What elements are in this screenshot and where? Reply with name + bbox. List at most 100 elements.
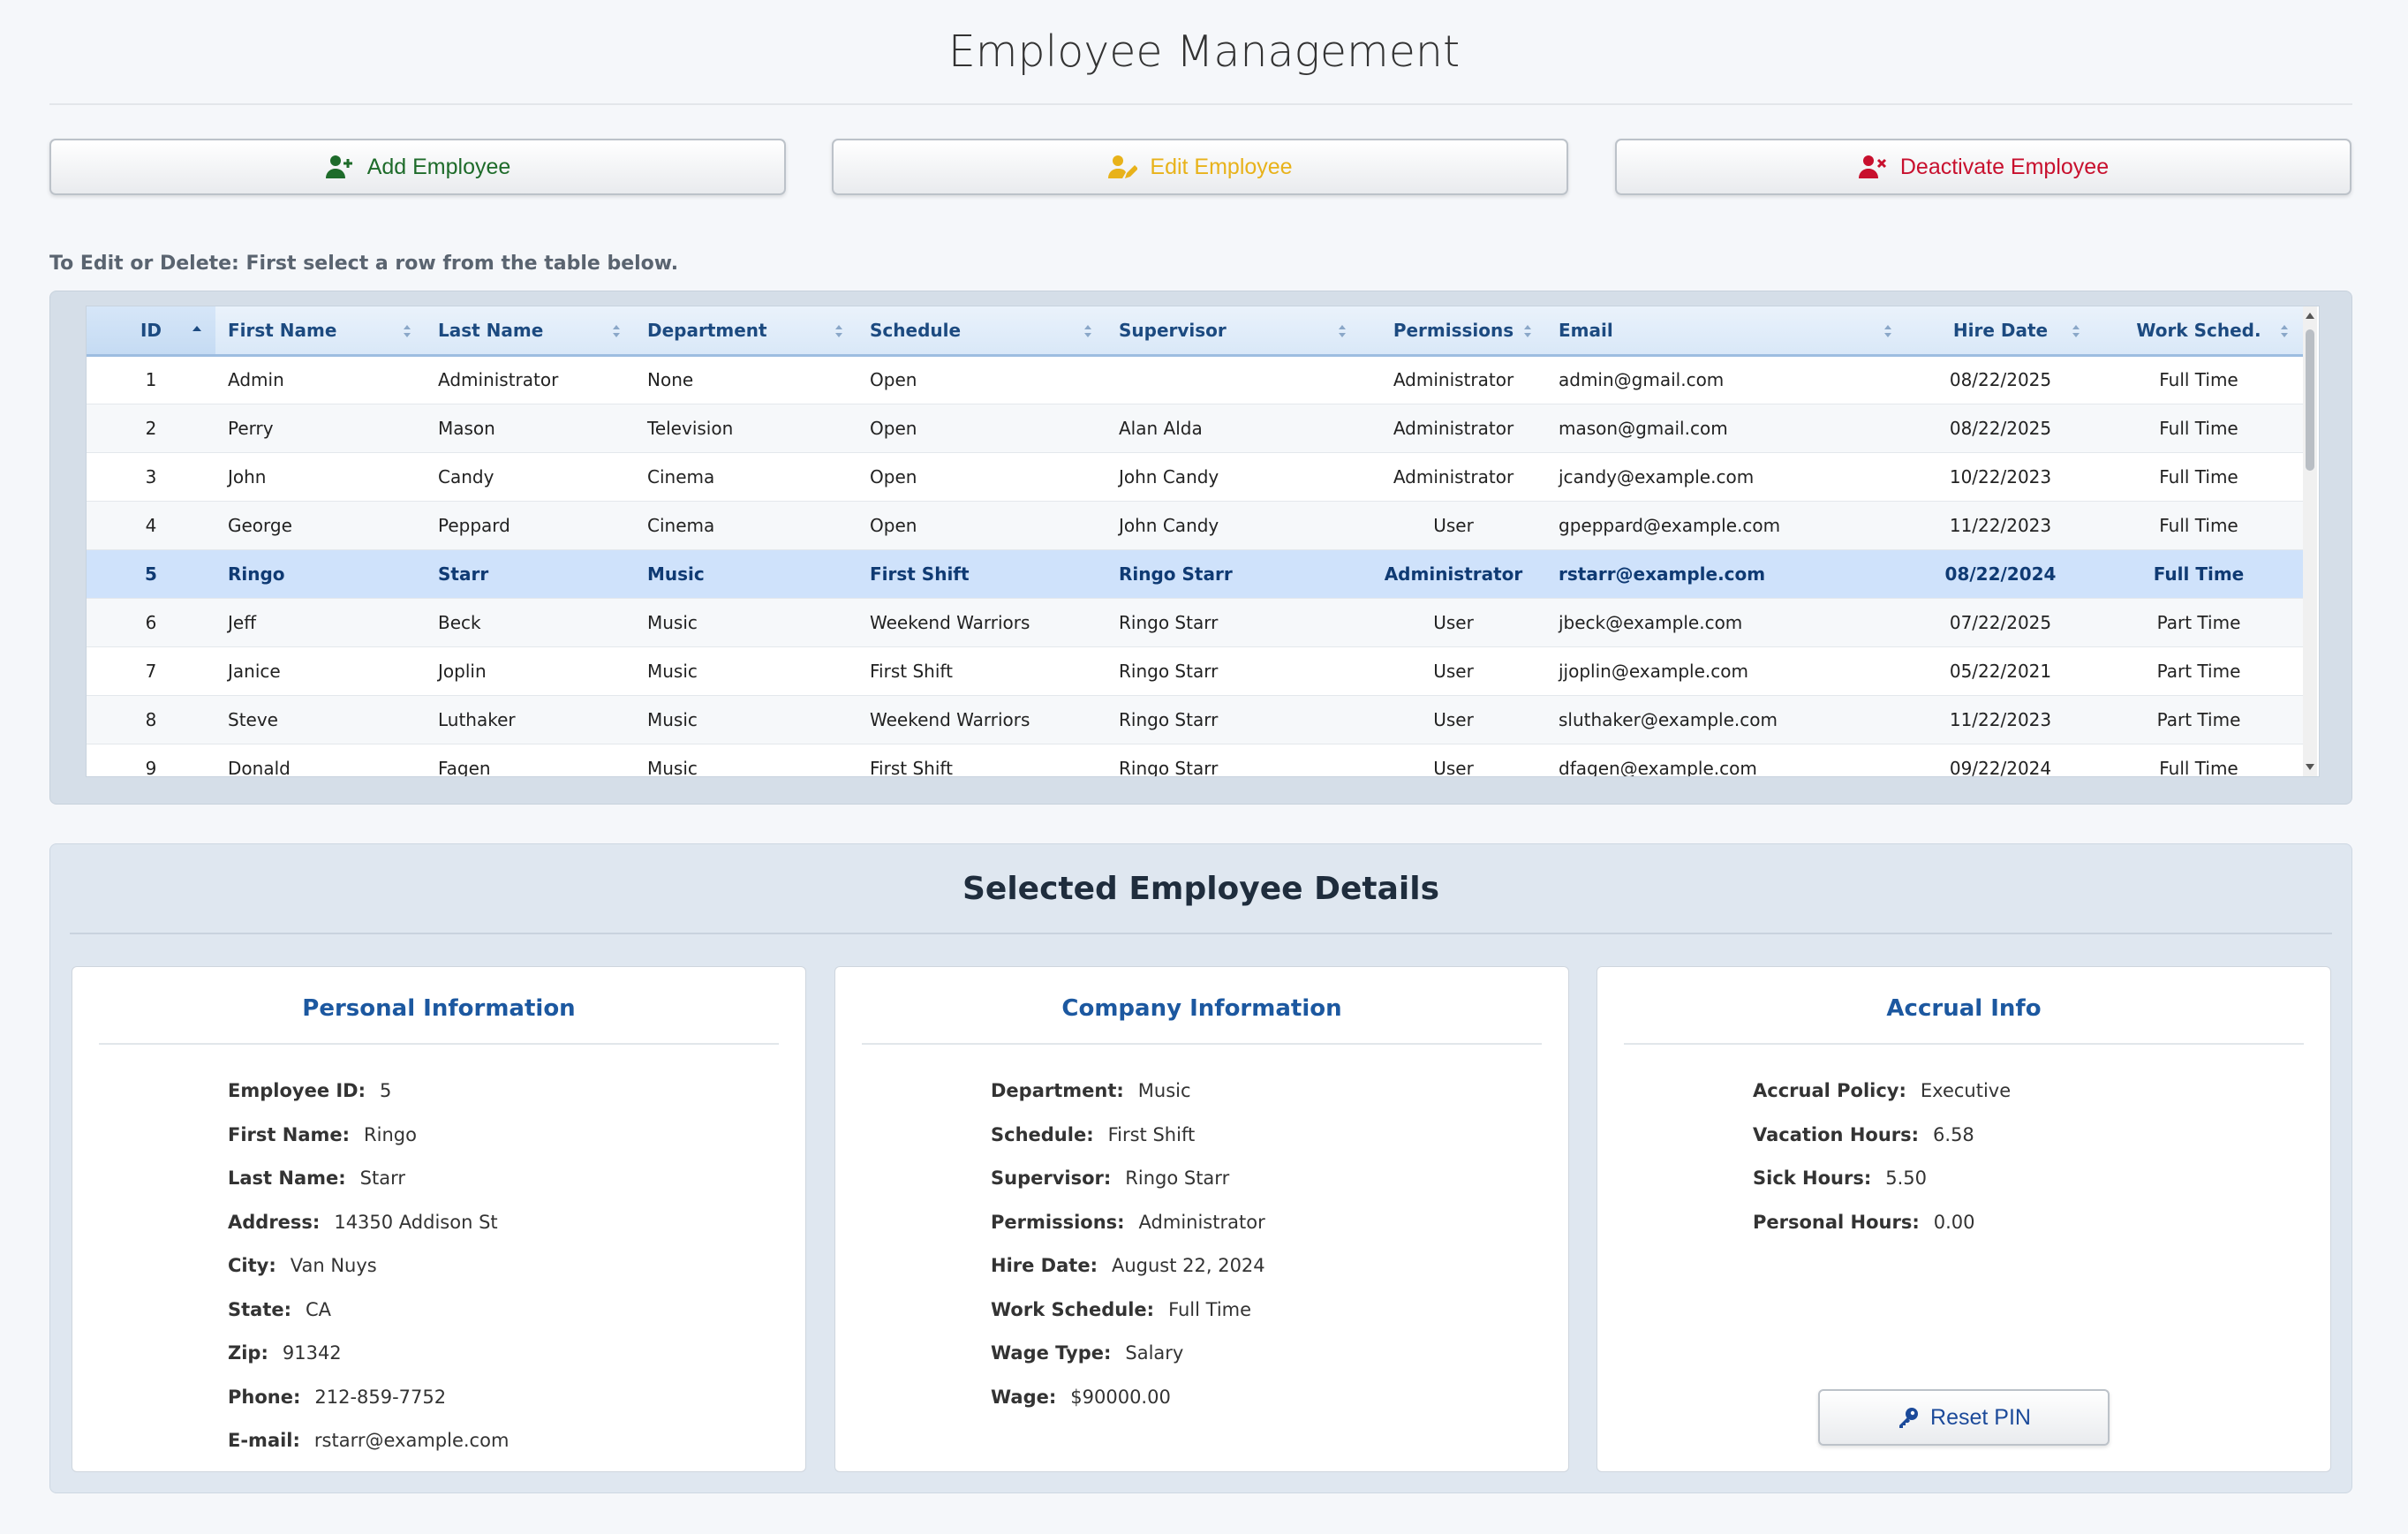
employee-table[interactable]: ID First Name Last Name Department Schedule S…	[86, 306, 2320, 777]
detail-field: Phone: 212-859-7752	[228, 1387, 446, 1408]
column-header-work-sched[interactable]: Work Sched.	[2095, 306, 2303, 357]
deactivate-employee-button[interactable]: Deactivate Employee	[1615, 139, 2351, 195]
cell-hire: 09/22/2024	[1906, 744, 2095, 776]
field-value: rstarr@example.com	[313, 1430, 510, 1451]
field-value: 14350 Addison St	[334, 1211, 498, 1233]
table-row[interactable]: 8 Steve Luthaker Music Weekend Warriors Ringo…	[87, 695, 2303, 744]
field-label: Vacation Hours:	[1753, 1123, 1920, 1145]
cell-work: Part Time	[2095, 695, 2303, 744]
cell-dept: Music	[635, 646, 857, 696]
cell-last: Joplin	[426, 646, 635, 696]
table-row[interactable]: 1 Admin Administrator None Open Administrator…	[87, 355, 2303, 404]
field-label: State:	[228, 1298, 292, 1320]
detail-field: Work Schedule: Full Time	[991, 1299, 1251, 1320]
detail-field: E-mail: rstarr@example.com	[228, 1430, 509, 1451]
field-value: Salary	[1125, 1342, 1184, 1364]
column-header-label: First Name	[228, 319, 337, 341]
reset-pin-label: Reset PIN	[1930, 1404, 2031, 1430]
cell-email: gpeppard@example.com	[1546, 501, 1906, 550]
table-row[interactable]: 9 Donald Fagen Music First Shift Ringo Starr U…	[87, 744, 2303, 776]
edit-employee-button[interactable]: Edit Employee	[832, 139, 1568, 195]
cell-id: 1	[87, 355, 215, 404]
cell-email: jcandy@example.com	[1546, 452, 1906, 502]
column-header-label: ID	[140, 319, 162, 341]
field-label: Wage:	[991, 1386, 1057, 1408]
table-row[interactable]: 4 George Peppard Cinema Open John Candy User gp…	[87, 501, 2303, 550]
cell-supervisor: Alan Alda	[1106, 404, 1361, 453]
scroll-down-arrow-icon[interactable]	[2305, 762, 2315, 773]
field-label: Supervisor:	[991, 1168, 1112, 1189]
add-employee-button[interactable]: Add Employee	[49, 139, 786, 195]
column-header-id[interactable]: ID	[87, 306, 215, 357]
cell-id: 5	[87, 549, 215, 599]
table-scrollbar[interactable]	[2303, 306, 2317, 776]
field-value: $90000.00	[1070, 1386, 1171, 1408]
column-header-first-name[interactable]: First Name	[215, 306, 426, 357]
cell-email: jbeck@example.com	[1546, 598, 1906, 647]
cell-perm: User	[1361, 598, 1546, 647]
field-label: Schedule:	[991, 1123, 1094, 1145]
cell-work: Full Time	[2095, 744, 2303, 776]
cell-last: Peppard	[426, 501, 635, 550]
field-value: 212-859-7752	[314, 1386, 447, 1408]
scroll-thumb[interactable]	[2306, 329, 2314, 471]
table-row[interactable]: 2 Perry Mason Television Open Alan Alda Admini…	[87, 404, 2303, 453]
sort-arrows-icon	[1339, 325, 1346, 337]
cell-email: admin@gmail.com	[1546, 355, 1906, 404]
table-row[interactable]: 5 Ringo Starr Music First Shift Ringo Starr Ad…	[87, 549, 2303, 599]
selection-hint: To Edit or Delete: First select a row fr…	[49, 253, 679, 275]
detail-field: Supervisor: Ringo Starr	[991, 1168, 1229, 1189]
cell-schedule: First Shift	[857, 646, 1106, 696]
column-header-label: Permissions	[1393, 319, 1514, 341]
column-header-permissions[interactable]: Permissions	[1361, 306, 1546, 357]
column-header-label: Department	[647, 319, 767, 341]
field-value: Van Nuys	[290, 1255, 377, 1276]
field-value: Executive	[1920, 1080, 2012, 1101]
table-row[interactable]: 6 Jeff Beck Music Weekend Warriors Ringo Star…	[87, 598, 2303, 647]
sort-arrows-icon	[404, 325, 411, 337]
field-value: Ringo Starr	[1125, 1168, 1230, 1189]
table-row[interactable]: 7 Janice Joplin Music First Shift Ringo Starr…	[87, 646, 2303, 696]
user-edit-icon	[1108, 155, 1138, 178]
cell-dept: Cinema	[635, 452, 857, 502]
detail-field: Hire Date: August 22, 2024	[991, 1255, 1265, 1276]
column-header-hire-date[interactable]: Hire Date	[1906, 306, 2095, 357]
cell-supervisor: Ringo Starr	[1106, 549, 1361, 599]
scroll-up-arrow-icon[interactable]	[2305, 310, 2315, 321]
cell-hire: 08/22/2024	[1906, 549, 2095, 599]
edit-employee-label: Edit Employee	[1150, 154, 1293, 179]
user-remove-icon	[1858, 155, 1886, 178]
cell-supervisor	[1106, 355, 1361, 404]
cell-first: Perry	[215, 404, 426, 453]
column-header-schedule[interactable]: Schedule	[857, 306, 1106, 357]
cell-supervisor: Ringo Starr	[1106, 598, 1361, 647]
cell-supervisor: John Candy	[1106, 501, 1361, 550]
column-header-last-name[interactable]: Last Name	[426, 306, 635, 357]
key-icon	[1899, 1408, 1919, 1428]
details-title: Selected Employee Details	[962, 871, 1440, 907]
column-header-department[interactable]: Department	[635, 306, 857, 357]
cell-dept: Cinema	[635, 501, 857, 550]
cell-first: Jeff	[215, 598, 426, 647]
card-divider	[862, 1043, 1542, 1045]
detail-field: Department: Music	[991, 1080, 1191, 1101]
detail-field: Permissions: Administrator	[991, 1212, 1265, 1233]
column-header-email[interactable]: Email	[1546, 306, 1906, 357]
cell-dept: None	[635, 355, 857, 404]
table-header-row: ID First Name Last Name Department Schedule S…	[87, 306, 2303, 357]
field-label: Sick Hours:	[1753, 1168, 1872, 1189]
detail-field: Address: 14350 Addison St	[228, 1212, 498, 1233]
detail-field: Personal Hours: 0.00	[1753, 1212, 1975, 1233]
table-row[interactable]: 3 John Candy Cinema Open John Candy Administra…	[87, 452, 2303, 502]
column-header-label: Work Sched.	[2136, 319, 2261, 341]
cell-perm: User	[1361, 501, 1546, 550]
title-divider	[49, 103, 2352, 105]
field-value: Ringo	[364, 1123, 417, 1145]
cell-first: Ringo	[215, 549, 426, 599]
cell-last: Candy	[426, 452, 635, 502]
reset-pin-button[interactable]: Reset PIN	[1818, 1389, 2110, 1446]
field-value: August 22, 2024	[1111, 1255, 1265, 1276]
column-header-supervisor[interactable]: Supervisor	[1106, 306, 1361, 357]
cell-supervisor: John Candy	[1106, 452, 1361, 502]
cell-email: rstarr@example.com	[1546, 549, 1906, 599]
